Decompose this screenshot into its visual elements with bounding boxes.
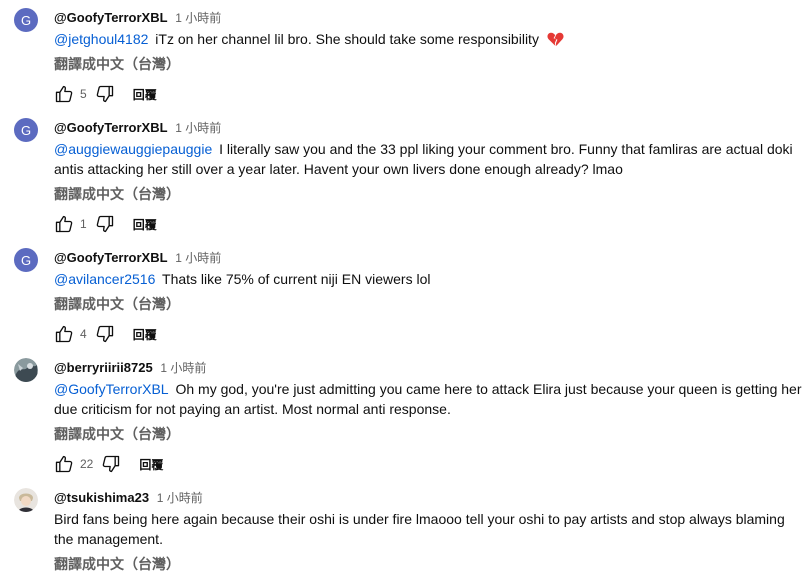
translate-button[interactable]: 翻譯成中文（台灣） [54,294,180,314]
mention-link[interactable]: @jetghoul4182 [54,31,148,47]
comment-text: @avilancer2516 Thats like 75% of current… [54,269,802,289]
reply-button[interactable]: 回覆 [133,216,157,233]
comment-time[interactable]: 1 小時前 [160,361,206,375]
dislike-icon[interactable] [101,454,121,474]
comment-header: @tsukishima23 1 小時前 [54,489,203,506]
comment-author[interactable]: @berryriirii8725 [54,360,153,375]
dislike-icon[interactable] [95,214,115,234]
comment-time[interactable]: 1 小時前 [175,11,221,25]
mention-link[interactable]: @GoofyTerrorXBL [54,381,169,397]
avatar[interactable]: G [14,248,38,272]
comment-header: @berryriirii8725 1 小時前 [54,359,206,376]
comment-author[interactable]: @GoofyTerrorXBL [54,250,168,265]
avatar-letter: G [20,12,32,28]
like-count: 22 [80,457,94,471]
like-icon[interactable] [54,214,74,234]
avatar-image [14,358,38,382]
comment-text: @jetghoul4182 iTz on her channel lil bro… [54,29,802,52]
comment-header: @GoofyTerrorXBL 1 小時前 [54,119,221,136]
like-count: 4 [80,327,87,341]
comment-author[interactable]: @GoofyTerrorXBL [54,10,168,25]
avatar[interactable] [14,488,38,512]
translate-button[interactable]: 翻譯成中文（台灣） [54,554,180,574]
comment-actions: 1 回覆 [54,213,157,235]
translate-button[interactable]: 翻譯成中文（台灣） [54,54,180,74]
comment-actions: 4 回覆 [54,323,157,345]
comment-text: @GoofyTerrorXBL Oh my god, you're just a… [54,379,802,419]
avatar[interactable]: G [14,118,38,142]
like-icon[interactable] [54,454,74,474]
comment-time[interactable]: 1 小時前 [175,251,221,265]
like-icon[interactable] [54,324,74,344]
comment-header: @GoofyTerrorXBL 1 小時前 [54,249,221,266]
broken-heart-icon [547,32,564,52]
like-count: 5 [80,87,87,101]
comment-time[interactable]: 1 小時前 [157,491,203,505]
comment-author[interactable]: @GoofyTerrorXBL [54,120,168,135]
like-icon[interactable] [54,84,74,104]
comment-body: Thats like 75% of current niji EN viewer… [162,271,431,287]
avatar-letter: G [20,122,32,138]
comment-text: @auggiewauggiepauggie I literally saw yo… [54,139,802,179]
comment-header: @GoofyTerrorXBL 1 小時前 [54,9,221,26]
comment-actions: 22 回覆 [54,453,163,475]
avatar[interactable]: G [14,8,38,32]
reply-button[interactable]: 回覆 [133,326,157,343]
comment-text: Bird fans being here again because their… [54,509,802,549]
dislike-icon[interactable] [95,324,115,344]
translate-button[interactable]: 翻譯成中文（台灣） [54,424,180,444]
avatar[interactable] [14,358,38,382]
comment-actions: 5 回覆 [54,83,157,105]
comment-author[interactable]: @tsukishima23 [54,490,149,505]
comment-body: iTz on her channel lil bro. She should t… [155,31,539,47]
mention-link[interactable]: @auggiewauggiepauggie [54,141,212,157]
mention-link[interactable]: @avilancer2516 [54,271,155,287]
avatar-image [14,488,38,512]
comment-time[interactable]: 1 小時前 [175,121,221,135]
reply-button[interactable]: 回覆 [139,456,163,473]
comment-body: Bird fans being here again because their… [54,511,785,547]
reply-button[interactable]: 回覆 [133,86,157,103]
avatar-letter: G [20,252,32,268]
like-count: 1 [80,217,87,231]
dislike-icon[interactable] [95,84,115,104]
translate-button[interactable]: 翻譯成中文（台灣） [54,184,180,204]
